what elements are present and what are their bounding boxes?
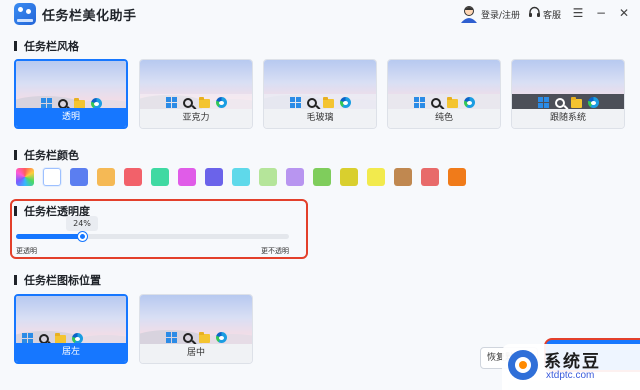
- style-preview: [140, 60, 252, 111]
- folder-icon: [570, 97, 582, 108]
- edge-icon: [215, 97, 227, 108]
- color-swatch[interactable]: [286, 168, 304, 186]
- style-option-acrylic[interactable]: 亚克力: [139, 59, 253, 129]
- position-option-label: 居中: [140, 344, 252, 363]
- folder-icon: [198, 332, 210, 343]
- edge-icon: [339, 97, 351, 108]
- windows-icon: [413, 97, 425, 108]
- style-option-solid[interactable]: 纯色: [387, 59, 501, 129]
- color-swatch[interactable]: [151, 168, 169, 186]
- position-preview: [140, 295, 252, 346]
- section-title-style: 任务栏风格: [14, 38, 79, 54]
- windows-icon: [165, 97, 177, 108]
- slider-thumb[interactable]: [78, 232, 87, 241]
- watermark: 系统豆 xtdptc.com: [502, 344, 640, 390]
- user-avatar-icon[interactable]: [460, 4, 478, 24]
- color-swatch[interactable]: [421, 168, 439, 186]
- color-swatch[interactable]: [367, 168, 385, 186]
- transparency-slider[interactable]: [16, 234, 289, 239]
- slider-max-label: 更不透明: [261, 247, 289, 255]
- minimize-icon[interactable]: −: [593, 5, 609, 21]
- search-icon: [430, 97, 441, 108]
- customer-service-link[interactable]: 客服: [543, 8, 561, 21]
- color-swatch[interactable]: [70, 168, 88, 186]
- folder-icon: [446, 97, 458, 108]
- search-icon: [57, 98, 68, 109]
- style-option-follow-system[interactable]: 跟随系统: [511, 59, 625, 129]
- windows-icon: [165, 332, 177, 343]
- slider-fill: [16, 234, 82, 239]
- color-swatch[interactable]: [16, 168, 34, 186]
- style-option-label: 跟随系统: [512, 109, 624, 128]
- style-preview: [264, 60, 376, 111]
- menu-icon[interactable]: ☰: [570, 5, 586, 21]
- style-preview: [16, 61, 126, 112]
- search-icon: [182, 97, 193, 108]
- search-icon: [182, 332, 193, 343]
- style-preview: [512, 60, 624, 111]
- icon-position-center[interactable]: 居中: [139, 294, 253, 364]
- icon-position-left[interactable]: 居左: [14, 294, 128, 364]
- color-swatch[interactable]: [394, 168, 412, 186]
- windows-icon: [289, 97, 301, 108]
- watermark-title: 系统豆: [544, 352, 601, 372]
- login-register-link[interactable]: 登录/注册: [481, 8, 520, 21]
- color-swatch[interactable]: [259, 168, 277, 186]
- color-swatch[interactable]: [124, 168, 142, 186]
- folder-icon: [198, 97, 210, 108]
- color-swatch[interactable]: [232, 168, 250, 186]
- search-icon: [39, 333, 49, 344]
- watermark-logo-icon: [508, 350, 538, 380]
- style-option-transparent[interactable]: 透明: [14, 59, 128, 129]
- color-swatch[interactable]: [340, 168, 358, 186]
- search-icon: [306, 97, 317, 108]
- slider-min-label: 更透明: [16, 247, 37, 255]
- app-logo-icon: [14, 3, 36, 25]
- windows-icon: [537, 97, 549, 108]
- style-option-frosted-glass[interactable]: 毛玻璃: [263, 59, 377, 129]
- headset-icon[interactable]: [528, 6, 541, 19]
- section-title-color: 任务栏颜色: [14, 147, 79, 163]
- watermark-url: xtdptc.com: [546, 370, 595, 381]
- slider-value-tooltip: 24%: [66, 216, 98, 231]
- folder-icon: [322, 97, 334, 108]
- close-icon[interactable]: ✕: [616, 5, 632, 21]
- position-option-label: 居左: [16, 343, 126, 362]
- color-swatch[interactable]: [43, 168, 61, 186]
- style-option-label: 亚克力: [140, 109, 252, 128]
- edge-icon: [587, 97, 599, 108]
- style-preview: [388, 60, 500, 111]
- color-swatch[interactable]: [205, 168, 223, 186]
- edge-icon: [463, 97, 475, 108]
- style-option-label: 毛玻璃: [264, 109, 376, 128]
- position-preview: [16, 296, 126, 347]
- color-swatch[interactable]: [448, 168, 466, 186]
- style-option-label: 纯色: [388, 109, 500, 128]
- section-title-icon-position: 任务栏图标位置: [14, 272, 101, 288]
- title-bar: 任务栏美化助手 登录/注册 客服 ☰ − ✕: [0, 0, 640, 28]
- search-icon: [554, 97, 565, 108]
- color-swatch[interactable]: [97, 168, 115, 186]
- color-swatch[interactable]: [313, 168, 331, 186]
- color-swatch[interactable]: [178, 168, 196, 186]
- edge-icon: [215, 332, 227, 343]
- app-title: 任务栏美化助手: [42, 9, 137, 24]
- style-option-label: 透明: [16, 108, 126, 127]
